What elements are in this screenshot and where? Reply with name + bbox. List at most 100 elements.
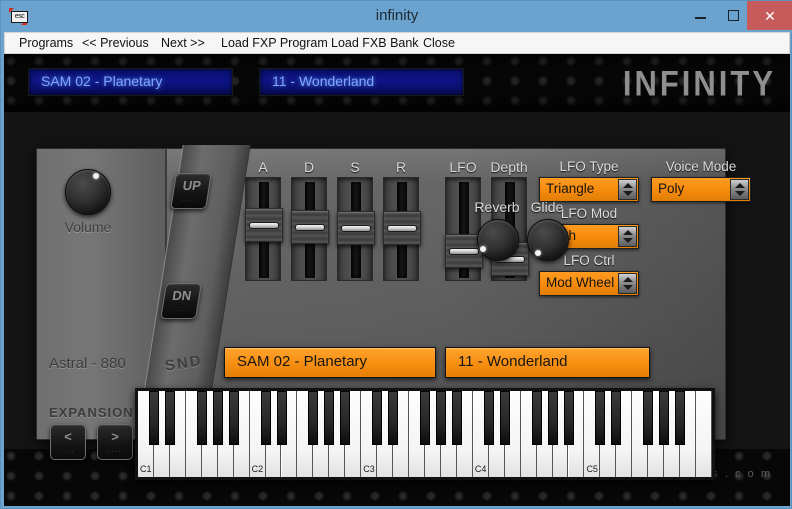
piano-black-key[interactable] — [340, 391, 351, 445]
piano-black-key[interactable] — [324, 391, 335, 445]
slider-attack-handle[interactable] — [245, 208, 283, 242]
slider-decay-label: D — [303, 159, 315, 175]
chevron-down-icon[interactable] — [623, 285, 633, 290]
dropdown-lfo-ctrl-spinner[interactable] — [618, 273, 637, 294]
dropdown-lfo-mod-spinner[interactable] — [618, 226, 637, 247]
header-preset-display[interactable]: 11 - Wonderland — [259, 68, 464, 96]
piano-black-key[interactable] — [148, 391, 159, 445]
expansion-prev-button[interactable]: < .... — [50, 424, 86, 460]
chevron-up-icon[interactable] — [623, 277, 633, 282]
piano-black-key[interactable] — [643, 391, 654, 445]
piano-black-key[interactable] — [372, 391, 383, 445]
plugin-window: SAM 02 - Planetary 11 - Wonderland INFIN… — [4, 54, 790, 506]
piano-black-key[interactable] — [451, 391, 462, 445]
piano-black-key[interactable] — [611, 391, 622, 445]
expansion-next-leds: .... — [107, 448, 123, 454]
slider-attack-handle-line — [249, 222, 279, 229]
slider-lfo-track[interactable] — [445, 177, 483, 281]
sound-up-button[interactable]: UP .... — [170, 173, 212, 209]
reverb-knob-indicator — [480, 246, 486, 252]
slider-sustain-handle[interactable] — [337, 211, 375, 245]
piano-black-key[interactable] — [164, 391, 175, 445]
chevron-up-icon[interactable] — [623, 183, 633, 188]
piano-black-key[interactable] — [228, 391, 239, 445]
piano-black-key[interactable] — [308, 391, 319, 445]
piano-black-key[interactable] — [276, 391, 287, 445]
glide-knob-indicator — [535, 250, 541, 256]
piano-black-key[interactable] — [659, 391, 670, 445]
chevron-down-icon[interactable] — [623, 191, 633, 196]
minimize-button[interactable] — [681, 1, 719, 30]
expansion-prev-leds: .... — [60, 448, 76, 454]
menu-item-close[interactable]: Close — [419, 35, 459, 52]
header-bank-text: SAM 02 - Planetary — [41, 73, 163, 89]
chevron-down-icon[interactable] — [623, 238, 633, 243]
piano-black-key[interactable] — [388, 391, 399, 445]
piano-black-key[interactable] — [547, 391, 558, 445]
menu-bar: Programs << Previous Next >> Load FXP Progr… — [4, 32, 790, 54]
expansion-label: EXPANSION — [49, 405, 134, 420]
dropdown-voice-mode-spinner[interactable] — [730, 179, 749, 200]
dropdown-voice-mode-label: Voice Mode — [665, 159, 737, 174]
piano-black-key[interactable] — [435, 391, 446, 445]
glide-knob[interactable] — [527, 219, 569, 261]
piano-black-key[interactable] — [595, 391, 606, 445]
reverb-knob[interactable] — [477, 219, 519, 261]
chevron-up-icon[interactable] — [623, 230, 633, 235]
expansion-next-icon: > — [111, 429, 119, 444]
piano-white-key[interactable] — [696, 391, 712, 477]
menu-item-load-fxb-bank[interactable]: Load FXB Bank — [327, 35, 423, 52]
slider-sustain-handle-line — [341, 225, 371, 232]
preset-display-text: 11 - Wonderland — [458, 353, 568, 370]
slider-release-handle[interactable] — [383, 211, 421, 245]
piano-black-key[interactable] — [563, 391, 574, 445]
close-button[interactable]: ✕ — [747, 1, 792, 30]
slider-decay-track[interactable] — [291, 177, 329, 281]
dropdown-lfo-type-label: LFO Type — [559, 159, 619, 174]
slider-lfo-label: LFO — [449, 159, 477, 175]
keyboard[interactable]: C1 C2 C3 C4 C5 — [135, 388, 715, 480]
sound-dn-button[interactable]: DN .... — [160, 283, 202, 319]
piano-black-key[interactable] — [483, 391, 494, 445]
slider-release-handle-line — [387, 225, 417, 232]
piano-black-key[interactable] — [420, 391, 430, 445]
header-bank-display[interactable]: SAM 02 - Planetary — [28, 68, 233, 96]
glide-knob-label: Glide — [530, 199, 564, 215]
piano-black-key[interactable] — [675, 391, 686, 445]
preset-display[interactable]: 11 - Wonderland — [445, 347, 650, 378]
synth-chassis: Volume Astral - 880 EXPANSION < .... > .… — [36, 145, 751, 480]
application-window: esc infinity ✕ Programs << Previous Next >… — [0, 0, 792, 509]
chevron-up-icon[interactable] — [735, 183, 745, 188]
menu-item-previous[interactable]: << Previous — [78, 35, 153, 52]
volume-label: Volume — [64, 219, 112, 235]
infinity-logo: INFINITY — [622, 63, 776, 104]
slider-sustain-label: S — [350, 159, 360, 175]
slider-decay-handle[interactable] — [291, 210, 329, 244]
sound-dn-leds: .... — [171, 307, 188, 313]
piano-black-key[interactable] — [196, 391, 207, 445]
volume-knob[interactable] — [65, 169, 111, 215]
slider-sustain-track[interactable] — [337, 177, 375, 281]
bank-display[interactable]: SAM 02 - Planetary — [224, 347, 436, 378]
expansion-prev-icon: < — [64, 429, 72, 444]
keyboard-keys[interactable]: C1 C2 C3 C4 C5 — [138, 391, 712, 477]
menu-item-programs[interactable]: Programs — [15, 35, 77, 52]
slider-release-track[interactable] — [383, 177, 421, 281]
octave-marker-c1: C1 — [140, 464, 152, 474]
menu-item-load-fxp-program[interactable]: Load FXP Program — [217, 35, 332, 52]
chevron-down-icon[interactable] — [735, 191, 745, 196]
piano-black-key[interactable] — [499, 391, 510, 445]
piano-black-key[interactable] — [212, 391, 223, 445]
expansion-next-button[interactable]: > .... — [97, 424, 133, 460]
dropdown-voice-mode[interactable]: Poly — [651, 177, 751, 202]
menu-item-next[interactable]: Next >> — [157, 35, 209, 52]
dropdown-lfo-type-spinner[interactable] — [618, 179, 637, 200]
volume-knob-indicator — [93, 173, 99, 179]
slider-attack-track[interactable] — [245, 177, 283, 281]
piano-black-key[interactable] — [260, 391, 271, 445]
maximize-icon — [728, 10, 739, 21]
piano-black-key[interactable] — [531, 391, 542, 445]
octave-marker-c4: C4 — [474, 464, 487, 474]
slider-depth-label: Depth — [490, 159, 528, 175]
dropdown-lfo-ctrl[interactable]: Mod Wheel — [539, 271, 639, 296]
